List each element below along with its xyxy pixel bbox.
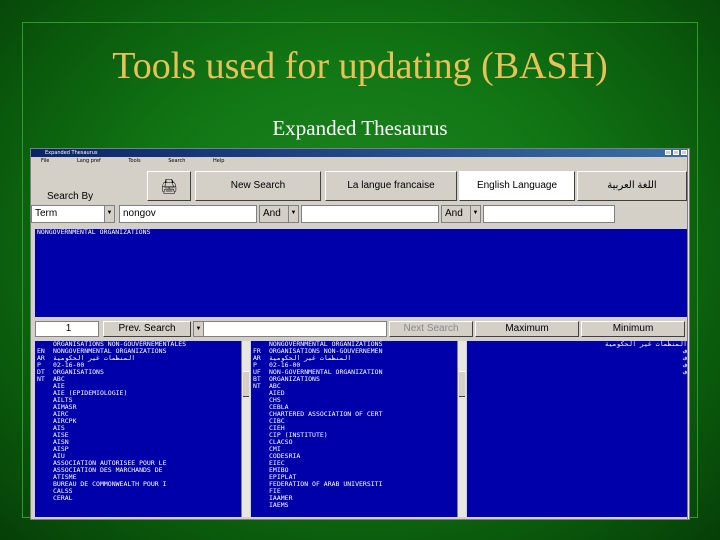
minimize-button[interactable] — [665, 150, 671, 155]
record-term: CHARTERED ASSOCIATION OF CERT — [269, 410, 383, 418]
menu-search[interactable]: Search — [168, 157, 185, 165]
print-button[interactable]: 🖨 — [147, 171, 191, 201]
chevron-down-icon[interactable]: ▼ — [194, 322, 204, 336]
search-history-select[interactable]: ▼ — [193, 321, 387, 337]
field-type-value: Term — [35, 208, 58, 219]
lang-french-tab[interactable]: La langue francaise — [325, 171, 457, 201]
search-input-3[interactable] — [483, 205, 615, 223]
window-scrollbar[interactable] — [687, 149, 689, 519]
window-controls — [665, 150, 687, 155]
record-line[interactable]: ف — [467, 369, 687, 376]
menu-tools[interactable]: Tools — [128, 157, 140, 165]
search-input[interactable]: nongov — [119, 205, 257, 223]
record-line[interactable]: CLACSO — [251, 439, 457, 446]
menu-bar: File Lang pref Tools Search Help — [31, 157, 689, 165]
record-line[interactable]: FEDERATION OF ARAB UNIVERSITI — [251, 481, 457, 488]
english-panel-scrollbar[interactable] — [457, 341, 466, 517]
chevron-down-icon[interactable]: ▼ — [288, 206, 298, 222]
new-search-button[interactable]: New Search — [195, 171, 321, 201]
record-line[interactable]: CERAL — [35, 495, 241, 502]
operator-1-value: And — [263, 208, 281, 219]
record-line[interactable]: ف — [467, 348, 687, 355]
record-line[interactable]: AISP — [35, 446, 241, 453]
prev-search-button[interactable]: Prev. Search — [103, 321, 191, 337]
menu-lang-pref[interactable]: Lang pref — [77, 157, 101, 165]
search-input-2[interactable] — [301, 205, 439, 223]
window-title: Expanded Thesaurus — [45, 150, 98, 156]
slide-subtitle: Expanded Thesaurus — [272, 116, 448, 140]
results-list[interactable]: NONGOVERNMENTAL ORGANIZATIONS — [35, 229, 687, 317]
record-line[interactable]: AIRCPK — [35, 418, 241, 425]
scroll-thumb[interactable] — [459, 371, 465, 397]
thesaurus-window: Expanded Thesaurus File Lang pref Tools … — [30, 148, 690, 520]
search-by-label: Search By — [47, 191, 94, 202]
next-search-button[interactable]: Next Search — [389, 321, 473, 337]
record-line[interactable]: DT ORGANISATIONS — [35, 369, 241, 376]
operator-2-value: And — [445, 208, 463, 219]
record-line[interactable]: ف — [467, 355, 687, 362]
relation-code: NT — [253, 382, 261, 390]
window-titlebar: Expanded Thesaurus — [31, 149, 689, 157]
lang-arabic-tab[interactable]: اللغة العربية — [577, 171, 687, 201]
operator-select-1[interactable]: And ▼ — [259, 205, 299, 223]
lang-english-tab[interactable]: English Language — [459, 171, 575, 201]
record-line[interactable]: IAEMS — [251, 502, 457, 509]
chevron-down-icon[interactable]: ▼ — [104, 206, 114, 222]
french-record-panel: ORGANISATIONS NON-GOUVERNEMENTALES EN NONG… — [35, 341, 241, 517]
record-line[interactable]: BT ORGANIZATIONS — [251, 376, 457, 383]
minimum-button[interactable]: Minimum — [581, 321, 685, 337]
printer-icon: 🖨 — [160, 178, 178, 194]
menu-file[interactable]: File — [41, 157, 49, 165]
record-term: FEDERATION OF ARAB UNIVERSITI — [269, 480, 383, 488]
maximum-button[interactable]: Maximum — [475, 321, 579, 337]
field-type-select[interactable]: Term ▼ — [31, 205, 115, 223]
record-line[interactable]: NT ABC — [35, 376, 241, 383]
record-term: المنظمات غير الحكومية — [604, 341, 687, 348]
record-line[interactable]: AIED — [251, 390, 457, 397]
scroll-thumb[interactable] — [243, 371, 249, 397]
page-number-field[interactable]: 1 — [35, 321, 99, 337]
maximize-button[interactable] — [673, 150, 679, 155]
record-term: IAEMS — [269, 501, 289, 509]
operator-select-2[interactable]: And ▼ — [441, 205, 481, 223]
record-term: CERAL — [53, 494, 73, 502]
arabic-record-panel: المنظمات غير الحكومية ف ف ف ف — [467, 341, 687, 517]
french-panel-scrollbar[interactable] — [241, 341, 250, 517]
record-line[interactable]: المنظمات غير الحكومية — [467, 341, 687, 348]
relation-code: NT — [37, 375, 45, 383]
slide-title: Tools used for updating (BASH) — [112, 45, 608, 87]
english-record-panel: NONGOVERNMENTAL ORGANIZATIONS FR ORGANISAT… — [251, 341, 457, 517]
result-item[interactable]: NONGOVERNMENTAL ORGANIZATIONS — [35, 229, 687, 236]
record-line[interactable]: ف — [467, 362, 687, 369]
chevron-down-icon[interactable]: ▼ — [470, 206, 480, 222]
menu-help[interactable]: Help — [213, 157, 224, 165]
